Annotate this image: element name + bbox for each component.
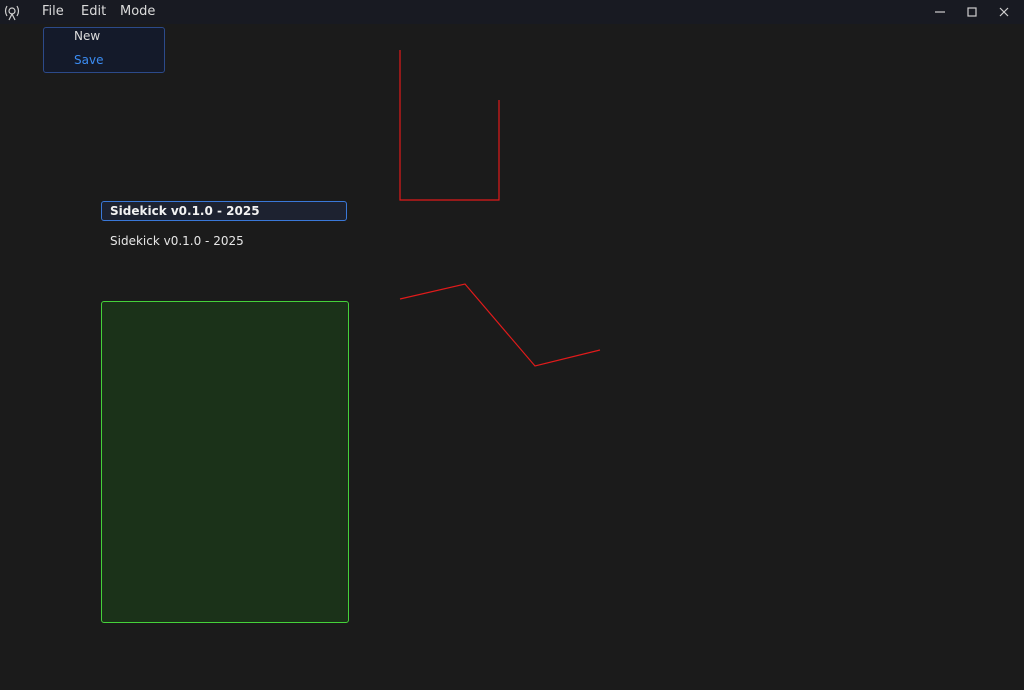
close-button[interactable]	[988, 0, 1020, 24]
menu-file[interactable]: File	[40, 0, 66, 24]
menu-item-new[interactable]: New	[74, 26, 100, 46]
app-logo-icon	[4, 5, 20, 21]
minimize-button[interactable]	[924, 0, 956, 24]
red-zigzag-stroke	[399, 283, 601, 367]
menu-mode[interactable]: Mode	[118, 0, 157, 24]
menu-item-save[interactable]: Save	[74, 50, 103, 70]
red-bracket-stroke	[399, 50, 500, 201]
maximize-icon	[967, 7, 977, 17]
close-icon	[999, 7, 1009, 17]
title-bar: File Edit Mode	[0, 0, 1024, 24]
version-field[interactable]: Sidekick v0.1.0 - 2025	[101, 201, 347, 221]
version-field-text: Sidekick v0.1.0 - 2025	[110, 204, 260, 218]
drawing-panel[interactable]	[101, 301, 349, 623]
menu-edit[interactable]: Edit	[79, 0, 108, 24]
version-label: Sidekick v0.1.0 - 2025	[110, 234, 244, 248]
maximize-button[interactable]	[956, 0, 988, 24]
minimize-icon	[935, 11, 945, 13]
file-menu-dropdown: New Save	[43, 27, 165, 73]
